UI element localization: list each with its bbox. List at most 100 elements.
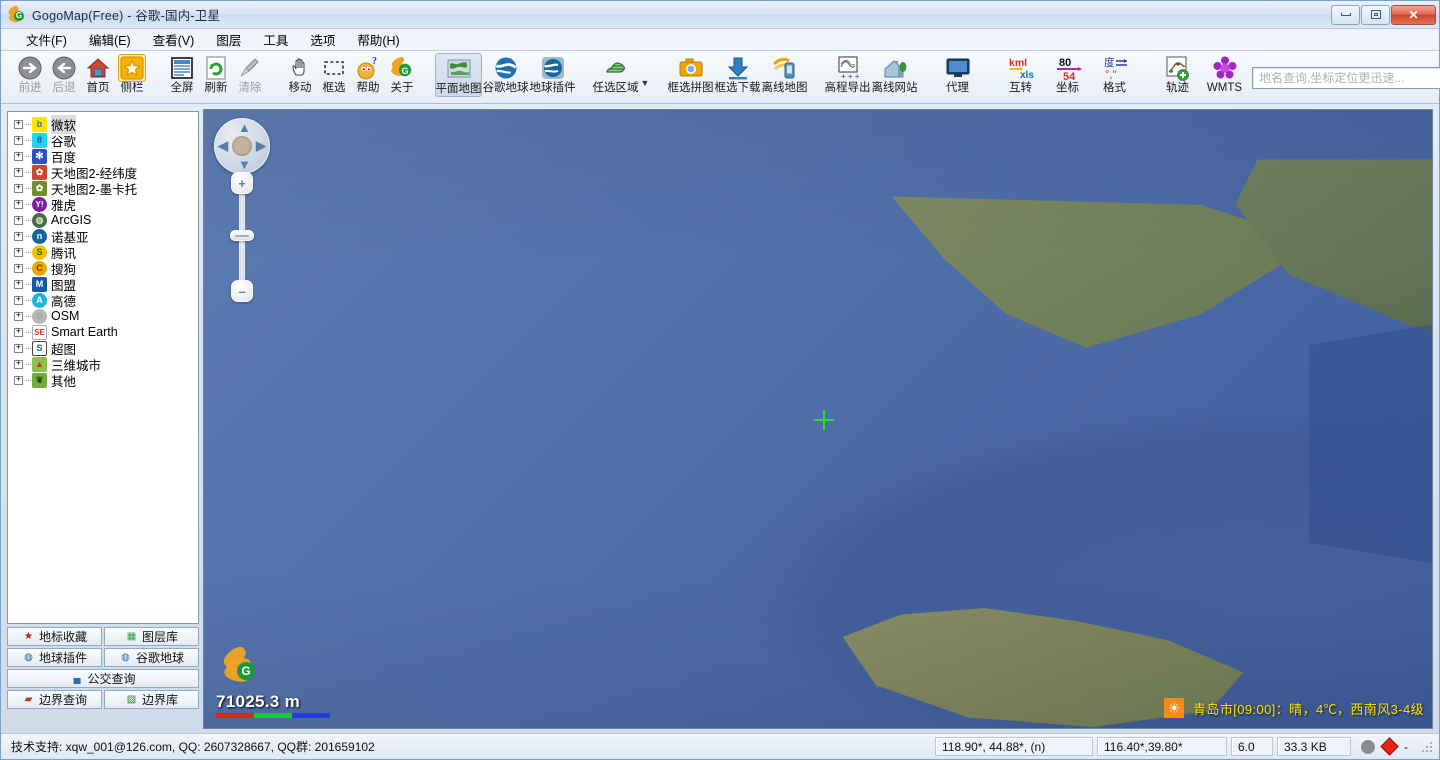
tree-item-smart-earth[interactable]: + SE Smart Earth [12, 324, 196, 340]
expander-icon[interactable]: + [14, 151, 23, 161]
toolbar-button-earth-plugin[interactable]: 地球插件 [529, 53, 576, 95]
pan-up-icon[interactable]: ▲ [238, 121, 251, 134]
tree-label-yahoo: 雅虎 [51, 198, 77, 213]
toolbar-button-kml-xls[interactable]: kml xls 互转 [997, 53, 1044, 95]
expander-icon[interactable]: + [14, 343, 23, 353]
expander-icon[interactable]: + [14, 167, 23, 177]
toolbar-button-track[interactable]: 轨迹 [1154, 53, 1201, 95]
toolbar-button-coordinate[interactable]: 80 54 坐标 [1044, 53, 1091, 95]
landmark-favorites-button[interactable]: ★ 地标收藏 [7, 627, 102, 646]
toolbar-button-select-region[interactable]: 任选区域 [592, 53, 639, 95]
zoom-thumb[interactable] [230, 230, 254, 241]
app-logo-letter: G [14, 10, 24, 21]
toolbar-button-clear[interactable]: 清除 [233, 53, 267, 95]
toolbar-button-refresh[interactable]: 刷新 [199, 53, 233, 95]
expander-icon[interactable]: + [14, 263, 23, 273]
tree-item-microsoft[interactable]: + b 微软 [12, 114, 196, 134]
tree-item-3d-city[interactable]: + ▲ 三维城市 [12, 356, 196, 373]
broom-icon [237, 55, 263, 81]
tree-item-google[interactable]: + 8 谷歌 [12, 132, 196, 149]
toolbar-button-stitch[interactable]: 框选拼图 [667, 53, 714, 95]
maximize-button[interactable] [1361, 4, 1390, 25]
toolbar-button-back[interactable]: 后退 [47, 53, 81, 95]
chevron-down-icon[interactable]: ▼ [639, 78, 651, 88]
bus-query-button[interactable]: ▄ 公交查询 [7, 669, 199, 688]
pan-control[interactable]: ▲ ▼ ◀ ▶ [214, 118, 270, 174]
tree-item-arcgis[interactable]: + ◍ ArcGIS [12, 212, 196, 228]
menu-item-tools[interactable]: 工具 [252, 28, 299, 51]
expander-icon[interactable]: + [14, 199, 23, 209]
menu-item-layers[interactable]: 图层 [205, 28, 252, 51]
layer-icon-google: 8 [32, 132, 47, 148]
toolbar-button-offline-site[interactable]: 离线网站 [871, 53, 918, 95]
expander-icon[interactable]: + [14, 359, 23, 369]
expander-icon[interactable]: + [14, 247, 23, 257]
earth-plugin-button[interactable]: ◍ 地球插件 [7, 648, 102, 667]
map-viewport[interactable]: ▲ ▼ ◀ ▶ + – G 71025.3 m ☀ 青岛市[09:00]：晴，4… [203, 109, 1433, 729]
expander-icon[interactable]: + [14, 231, 23, 241]
zoom-slider[interactable]: + – [228, 172, 256, 302]
boundary-library-button[interactable]: ▧ 边界库 [104, 690, 199, 709]
expander-icon[interactable]: + [14, 311, 23, 321]
toolbar-button-home[interactable]: 首页 [81, 53, 115, 95]
expander-icon[interactable]: + [14, 183, 23, 193]
minimize-button[interactable] [1331, 4, 1360, 25]
menu-item-file[interactable]: 文件(F) [15, 28, 78, 51]
tree-item-sogou[interactable]: + C 搜狗 [12, 260, 196, 277]
tree-item-tianditu-mercator[interactable]: + ✿ 天地图2-墨卡托 [12, 180, 196, 197]
boundary-query-button[interactable]: ▰ 边界查询 [7, 690, 102, 709]
menu-item-options[interactable]: 选项 [299, 28, 346, 51]
tree-item-supermap[interactable]: + S 超图 [12, 340, 196, 357]
expander-icon[interactable]: + [14, 279, 23, 289]
tree-item-osm[interactable]: + ◌ OSM [12, 308, 196, 324]
toolbar-button-sidebar[interactable]: 侧栏 [115, 53, 149, 95]
toolbar-button-about[interactable]: G 关于 [385, 53, 419, 95]
toolbar-button-format[interactable]: 度 °,'' 格式 [1091, 53, 1138, 95]
tree-item-other[interactable]: + ❦ 其他 [12, 372, 196, 389]
layer-library-button[interactable]: ▦ 图层库 [104, 627, 199, 646]
menu-item-edit[interactable]: 编辑(E) [78, 28, 142, 51]
menu-item-help[interactable]: 帮助(H) [346, 28, 410, 51]
toolbar-button-forward[interactable]: 前进 [13, 53, 47, 95]
pan-left-icon[interactable]: ◀ [218, 139, 228, 152]
google-earth-button[interactable]: ◍ 谷歌地球 [104, 648, 199, 667]
tree-item-tumeng[interactable]: + M 图盟 [12, 276, 196, 293]
toolbar-label-offline-site: 离线网站 [871, 82, 918, 94]
tree-item-yahoo[interactable]: + Y! 雅虎 [12, 196, 196, 213]
layer-tree[interactable]: + b 微软 + 8 谷歌 + ✻ 百度 + ✿ 天地图2-经纬度 + ✿ 天地… [7, 111, 199, 624]
zoom-out-button[interactable]: – [231, 280, 253, 302]
toolbar-button-wmts[interactable]: WMTS [1201, 53, 1248, 95]
elevation-export-icon: + + + [835, 55, 861, 81]
tree-item-nokia[interactable]: + n 诺基亚 [12, 228, 196, 245]
toolbar-button-pan[interactable]: 移动 [283, 53, 317, 95]
pan-center[interactable] [232, 136, 252, 156]
toolbar-button-offline-map[interactable]: 离线地图 [761, 53, 808, 95]
menu-item-view[interactable]: 查看(V) [142, 28, 206, 51]
expander-icon[interactable]: + [14, 119, 23, 129]
tree-item-tencent[interactable]: + S 腾讯 [12, 244, 196, 261]
expander-icon[interactable]: + [14, 215, 23, 225]
toolbar-button-flat-map[interactable]: 平面地图 [435, 53, 482, 97]
toolbar-button-marquee[interactable]: 框选 [317, 53, 351, 95]
toolbar-group-view: 全屏 刷新 清除 [161, 53, 271, 102]
tree-item-amap[interactable]: + A 高德 [12, 292, 196, 309]
toolbar-button-help[interactable]: ? 帮助 [351, 53, 385, 95]
toolbar-button-google-earth[interactable]: 谷歌地球 [482, 53, 529, 95]
pan-down-icon[interactable]: ▼ [238, 158, 251, 171]
expander-icon[interactable]: + [14, 327, 23, 337]
layer-icon-sogou: C [32, 260, 47, 276]
toolbar-button-fullscreen[interactable]: 全屏 [165, 53, 199, 95]
pan-right-icon[interactable]: ▶ [256, 139, 266, 152]
expander-icon[interactable]: + [14, 295, 23, 305]
search-input[interactable] [1252, 66, 1440, 89]
toolbar-button-elevation-export[interactable]: + + + 高程导出 [824, 53, 871, 95]
resize-grip[interactable] [1420, 740, 1434, 754]
status-diamond-icon[interactable] [1380, 737, 1399, 756]
zoom-in-button[interactable]: + [231, 172, 253, 194]
expander-icon[interactable]: + [14, 135, 23, 145]
expander-icon[interactable]: + [14, 375, 23, 385]
toolbar-button-download[interactable]: 框选下载 [714, 53, 761, 95]
toolbar-label-fullscreen: 全屏 [170, 82, 194, 94]
close-button[interactable]: ✕ [1391, 4, 1436, 25]
toolbar-button-proxy[interactable]: 代理 [934, 53, 981, 95]
